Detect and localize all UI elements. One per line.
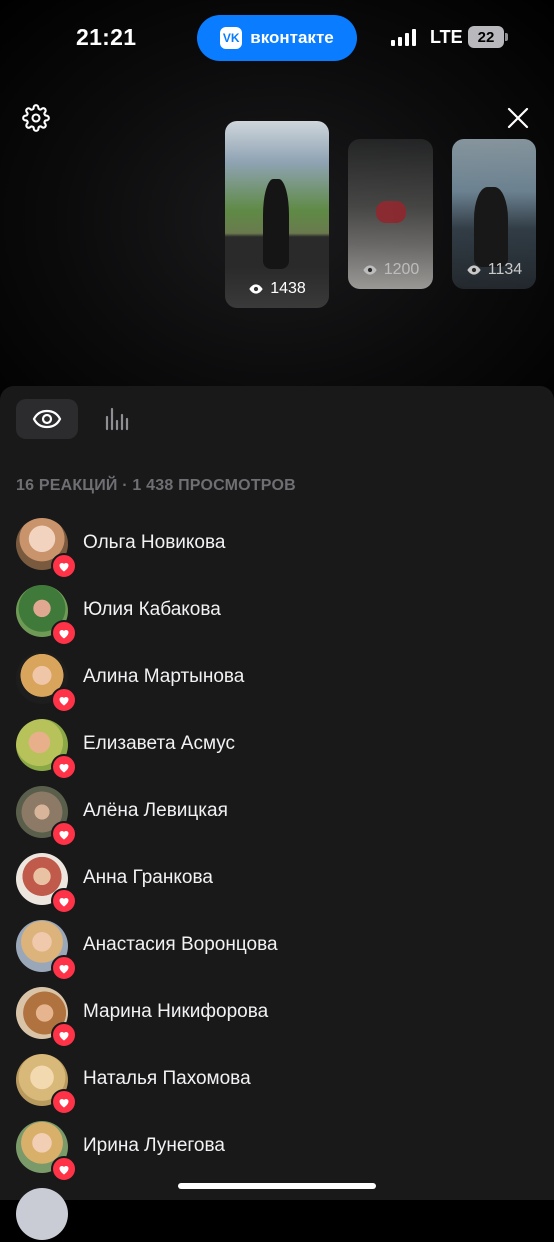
- viewer-row[interactable]: Юлия Кабакова: [0, 572, 554, 646]
- story-views-count: 1134: [487, 261, 523, 278]
- tab-statistics[interactable]: [86, 399, 148, 439]
- eye-icon: [32, 409, 62, 429]
- viewer-name: Ольга Новикова: [83, 532, 226, 553]
- viewer-row[interactable]: Ирина Лунегова: [0, 1108, 554, 1182]
- viewer-row[interactable]: Наталья Пахомова: [0, 1041, 554, 1115]
- reactions-views-summary: 16 РЕАКЦИЙ · 1 438 ПРОСМОТРОВ: [16, 477, 296, 494]
- viewer-name: Ирина Лунегова: [83, 1135, 225, 1156]
- story-views-count: 1438: [270, 280, 306, 297]
- viewer-name: Наталья Пахомова: [83, 1068, 251, 1089]
- avatar: [16, 1188, 68, 1240]
- story-photo: [376, 201, 406, 223]
- viewers-sheet: 16 РЕАКЦИЙ · 1 438 ПРОСМОТРОВ Ольга Нови…: [0, 386, 554, 1240]
- story-viewer-header: 21:21 VK вконтакте LTE 22 1438 1200 1134: [0, 0, 554, 400]
- viewer-name: Алина Мартынова: [83, 666, 245, 687]
- gear-icon: [22, 104, 50, 132]
- battery-level: 22: [477, 28, 495, 46]
- story-thumbnail-current[interactable]: 1438: [225, 121, 329, 308]
- story-thumbnail[interactable]: 1200: [348, 139, 433, 289]
- close-icon: [507, 107, 529, 129]
- battery-tip: [505, 33, 508, 41]
- viewers-list: Ольга Новикова Юлия Кабакова Алина Марты…: [0, 505, 554, 1242]
- signal-icon: [391, 28, 416, 46]
- viewer-row[interactable]: Ольга Новикова: [0, 505, 554, 579]
- story-views: 1438: [225, 280, 329, 298]
- viewer-row[interactable]: Елизавета Асмус: [0, 706, 554, 780]
- battery-icon: 22: [468, 26, 504, 48]
- viewer-name: Алёна Левицкая: [83, 800, 228, 821]
- viewer-row[interactable]: Алёна Левицкая: [0, 773, 554, 847]
- story-photo: [263, 179, 289, 269]
- viewer-name: Анна Гранкова: [83, 867, 213, 888]
- story-photo: [474, 187, 508, 267]
- settings-button[interactable]: [20, 102, 52, 134]
- story-views: 1134: [452, 261, 536, 279]
- story-views: 1200: [348, 261, 433, 279]
- tab-viewers[interactable]: [16, 399, 78, 439]
- vk-pill-label: вконтакте: [250, 28, 334, 47]
- vk-app-pill[interactable]: VK вконтакте: [197, 15, 357, 61]
- viewer-row[interactable]: Анна Гранкова: [0, 840, 554, 914]
- close-button[interactable]: [502, 102, 534, 134]
- story-views-count: 1200: [383, 261, 420, 278]
- viewer-name: Елизавета Асмус: [83, 733, 236, 754]
- bar-chart-icon: [105, 407, 129, 431]
- home-indicator[interactable]: [178, 1183, 376, 1189]
- story-thumbnail[interactable]: 1134: [452, 139, 536, 289]
- eye-icon: [467, 265, 481, 275]
- viewer-name: Юлия Кабакова: [83, 599, 221, 620]
- viewer-name: Марина Никифорова: [83, 1001, 269, 1022]
- viewer-name: Анастасия Воронцова: [83, 934, 278, 955]
- network-type: LTE: [430, 27, 463, 47]
- eye-icon: [249, 284, 263, 294]
- viewer-row[interactable]: Марина Никифорова: [0, 974, 554, 1048]
- status-time: 21:21: [76, 24, 137, 50]
- viewer-row[interactable]: Анастасия Воронцова: [0, 907, 554, 981]
- viewer-row[interactable]: Алина Мартынова: [0, 639, 554, 713]
- eye-icon: [363, 265, 377, 275]
- vk-logo-icon: VK: [220, 27, 243, 49]
